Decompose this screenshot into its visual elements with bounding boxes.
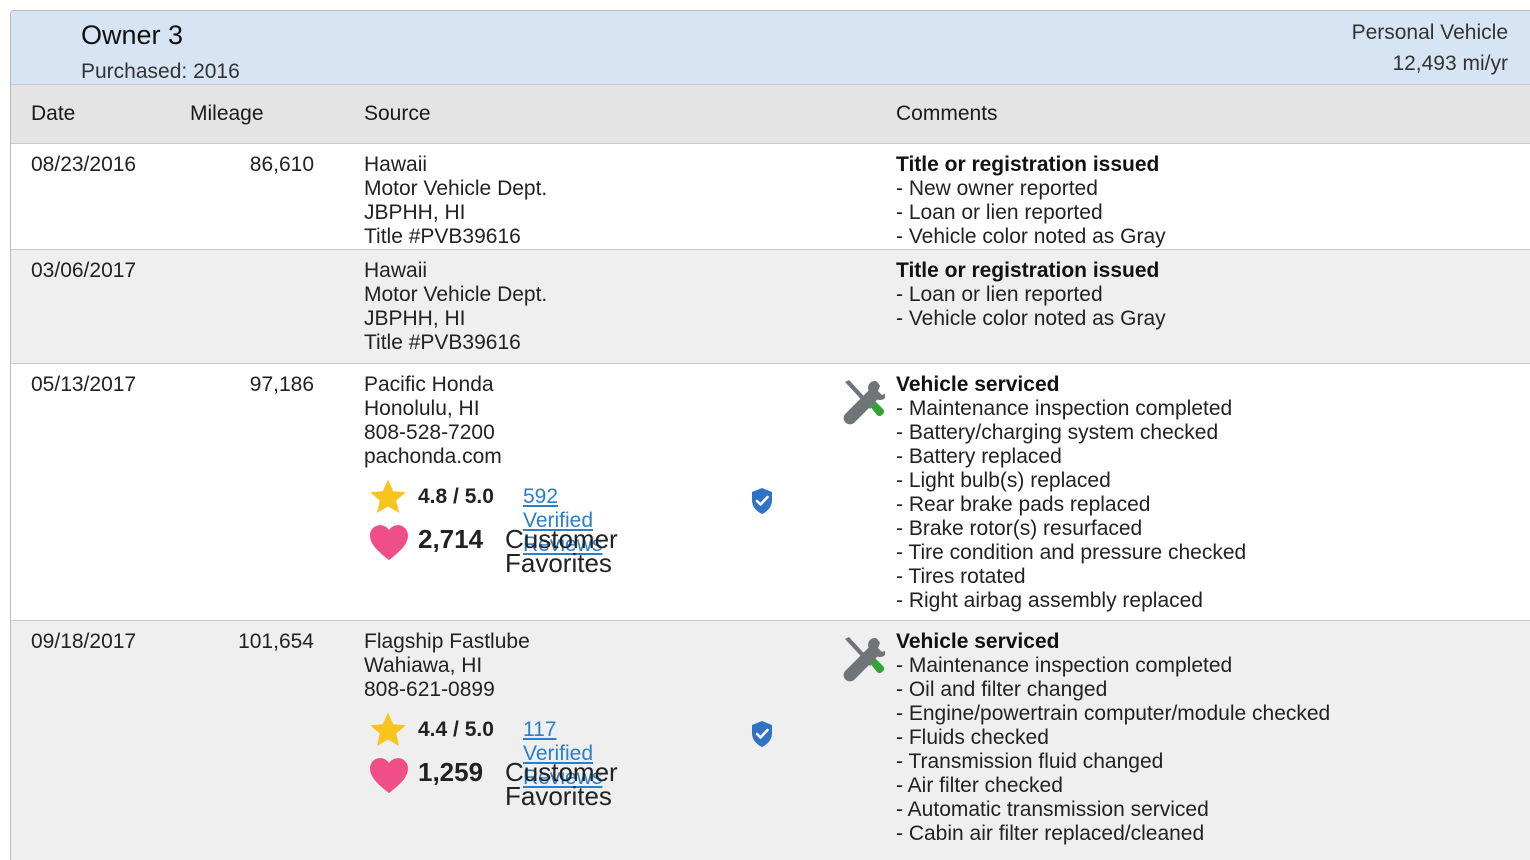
comment-line: - Right airbag assembly replaced xyxy=(896,589,1203,612)
table-row: 03/06/2017 Hawaii Motor Vehicle Dept. JB… xyxy=(11,250,1530,364)
source-line: Motor Vehicle Dept. xyxy=(364,177,548,200)
column-mileage: Mileage xyxy=(190,102,264,125)
row-date: 08/23/2016 xyxy=(31,153,137,176)
rating-score: 4.4 / 5.0 xyxy=(418,718,494,741)
comment-line: - Battery replaced xyxy=(896,445,1062,468)
row-source: Flagship Fastlube Wahiawa, HI 808-621-08… xyxy=(364,630,772,809)
row-source: Pacific Honda Honolulu, HI 808-528-7200 … xyxy=(364,373,772,576)
wrench-screwdriver-icon xyxy=(843,637,885,682)
wrench-screwdriver-icon xyxy=(843,380,885,425)
source-line: JBPHH, HI xyxy=(364,307,466,330)
favorites-block: 1,259 Customer Favorites xyxy=(364,754,618,809)
comment-line: - Transmission fluid changed xyxy=(896,750,1164,773)
comment-line: - Oil and filter changed xyxy=(896,678,1108,701)
comment-line: - New owner reported xyxy=(896,177,1098,200)
table-row: 05/13/2017 97,186 Pacific Honda Honolulu… xyxy=(11,364,1530,621)
source-line: 808-621-0899 xyxy=(364,678,495,701)
table-row: 09/18/2017 101,654 Flagship Fastlube Wah… xyxy=(11,621,1530,860)
star-icon xyxy=(370,712,406,746)
comment-line: - Maintenance inspection completed xyxy=(896,654,1233,677)
row-source: Hawaii Motor Vehicle Dept. JBPHH, HI Tit… xyxy=(364,153,547,249)
source-line: Wahiawa, HI xyxy=(364,654,483,677)
comment-line: - Light bulb(s) replaced xyxy=(896,469,1111,492)
row-date: 09/18/2017 xyxy=(31,630,137,653)
favorites-count: 1,259 xyxy=(418,757,484,787)
comment-line: - Automatic transmission serviced xyxy=(896,798,1209,821)
favorites-label: Customer Favorites xyxy=(505,524,618,578)
comment-line: - Loan or lien reported xyxy=(896,201,1103,224)
source-line: Hawaii xyxy=(364,259,428,282)
row-source: Hawaii Motor Vehicle Dept. JBPHH, HI Tit… xyxy=(364,259,547,355)
comment-line: - Brake rotor(s) resurfaced xyxy=(896,517,1143,540)
comment-line: - Fluids checked xyxy=(896,726,1049,749)
star-icon xyxy=(370,479,406,513)
comment-line: - Vehicle color noted as Gray xyxy=(896,225,1166,248)
verified-shield-icon xyxy=(752,721,772,747)
comment-line: - Battery/charging system checked xyxy=(896,421,1219,444)
comment-line: - Tires rotated xyxy=(896,565,1026,588)
comment-line: - Maintenance inspection completed xyxy=(896,397,1233,420)
heart-icon xyxy=(370,758,408,794)
comment-line: - Air filter checked xyxy=(896,774,1063,797)
comment-line: - Engine/powertrain computer/module chec… xyxy=(896,702,1331,725)
row-date: 03/06/2017 xyxy=(31,259,137,282)
rating-block: 4.8 / 5.0 592 Verified Reviews xyxy=(364,473,772,556)
row-comments: Title or registration issued - New owner… xyxy=(896,153,1166,249)
favorites-block: 2,714 Customer Favorites xyxy=(364,521,618,576)
owner-vehicle-type: Personal Vehicle xyxy=(1351,21,1508,44)
source-line: Motor Vehicle Dept. xyxy=(364,283,548,306)
owner-purchased: Purchased: 2016 xyxy=(81,60,240,83)
comment-line: - Rear brake pads replaced xyxy=(896,493,1151,516)
source-line: 808-528-7200 xyxy=(364,421,495,444)
row-comments: Title or registration issued - Loan or l… xyxy=(896,259,1166,331)
column-comments: Comments xyxy=(896,102,998,125)
rating-block: 4.4 / 5.0 117 Verified Reviews xyxy=(364,706,772,789)
comment-line: - Cabin air filter replaced/cleaned xyxy=(896,822,1205,845)
favorites-count: 2,714 xyxy=(418,524,484,554)
source-line: Title #PVB39616 xyxy=(364,225,521,248)
comment-line: - Vehicle color noted as Gray xyxy=(896,307,1166,330)
heart-icon xyxy=(370,525,408,561)
comment-line: - Tire condition and pressure checked xyxy=(896,541,1247,564)
comment-heading: Title or registration issued xyxy=(896,259,1160,282)
vehicle-history-panel: Owner 3 Purchased: 2016 Personal Vehicle… xyxy=(10,10,1530,860)
source-line: JBPHH, HI xyxy=(364,201,466,224)
row-comments: Vehicle serviced - Maintenance inspectio… xyxy=(896,373,1246,613)
source-line: Hawaii xyxy=(364,153,428,176)
verified-shield-icon xyxy=(752,488,772,514)
owner-header: Owner 3 Purchased: 2016 Personal Vehicle… xyxy=(11,11,1530,84)
owner-title: Owner 3 xyxy=(81,20,184,50)
favorites-label: Customer Favorites xyxy=(505,757,618,811)
comment-line: - Loan or lien reported xyxy=(896,283,1103,306)
row-mileage: 101,654 xyxy=(238,630,314,653)
column-date: Date xyxy=(31,102,76,125)
table-header: Date Mileage Source Comments xyxy=(11,84,1530,144)
source-line: Title #PVB39616 xyxy=(364,331,521,354)
source-line: Pacific Honda xyxy=(364,373,494,396)
owner-miles-per-year: 12,493 mi/yr xyxy=(1392,52,1508,75)
row-date: 05/13/2017 xyxy=(31,373,137,396)
row-comments: Vehicle serviced - Maintenance inspectio… xyxy=(896,630,1330,846)
comment-heading: Vehicle serviced xyxy=(896,630,1060,653)
row-mileage: 97,186 xyxy=(249,373,314,396)
comment-heading: Vehicle serviced xyxy=(896,373,1060,396)
column-source: Source xyxy=(364,102,431,125)
rating-score: 4.8 / 5.0 xyxy=(418,485,494,508)
source-line: pachonda.com xyxy=(364,445,502,468)
row-mileage: 86,610 xyxy=(249,153,314,176)
table-row: 08/23/2016 86,610 Hawaii Motor Vehicle D… xyxy=(11,144,1530,250)
comment-heading: Title or registration issued xyxy=(896,153,1160,176)
source-line: Flagship Fastlube xyxy=(364,630,530,653)
source-line: Honolulu, HI xyxy=(364,397,480,420)
